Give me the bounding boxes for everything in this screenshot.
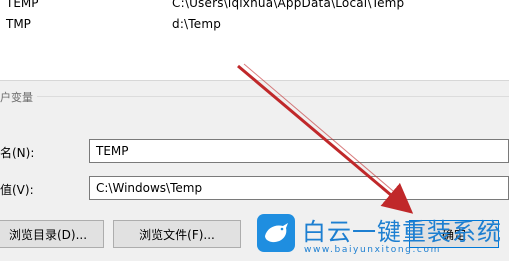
red-arrow-icon [237, 63, 414, 214]
